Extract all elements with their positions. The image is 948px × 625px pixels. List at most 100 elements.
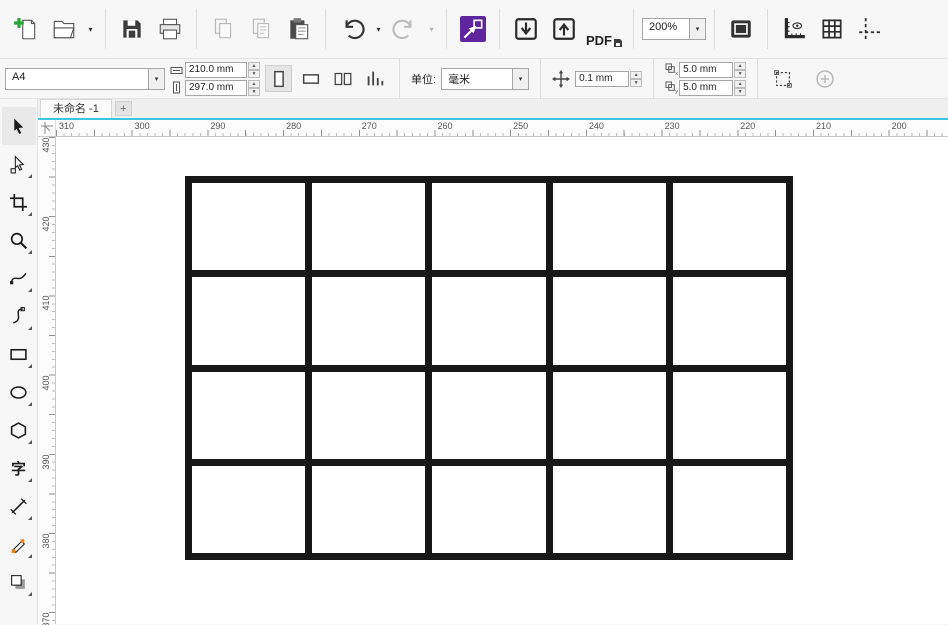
vertical-ruler[interactable]: 430 420 410 400 390 380 370: [38, 137, 56, 625]
chevron-down-icon[interactable]: ▾: [689, 19, 705, 39]
canvas[interactable]: [56, 137, 948, 624]
redo-button[interactable]: [387, 10, 423, 48]
open-dropdown-caret[interactable]: ▾: [84, 10, 97, 48]
v-ruler-label: 420: [41, 216, 51, 232]
page-height-field[interactable]: [185, 79, 247, 96]
print-icon: [159, 18, 181, 40]
horizontal-ruler[interactable]: 310 300 290 280 270 260 250 240 230 220 210 200: [56, 120, 948, 136]
separator: [325, 9, 326, 49]
chevron-down-icon[interactable]: ▾: [512, 68, 529, 89]
step-down-button[interactable]: ▼: [734, 69, 747, 78]
shape-tool[interactable]: [2, 145, 36, 183]
treat-as-filled-button[interactable]: [769, 65, 796, 92]
separator: [196, 9, 197, 49]
show-rulers-button[interactable]: [776, 10, 812, 48]
grid-object[interactable]: [185, 176, 793, 560]
pick-tool-icon: [14, 118, 24, 134]
duplicate-y-stepper: ▲ ▼: [734, 79, 747, 96]
full-screen-preview-button[interactable]: [723, 10, 759, 48]
text-tool-icon: 字: [11, 459, 26, 477]
new-page-button[interactable]: +: [114, 101, 132, 116]
text-tool[interactable]: 字: [2, 449, 36, 487]
copy-button[interactable]: [243, 10, 279, 48]
pdf-save-icon: [614, 39, 622, 47]
step-down-button[interactable]: ▼: [734, 87, 747, 96]
v-ruler-label: 370: [41, 612, 51, 625]
duplicate-y-field[interactable]: [679, 79, 734, 96]
chevron-down-icon[interactable]: ▾: [148, 68, 164, 89]
bezier-tool[interactable]: [2, 297, 36, 335]
undo-dropdown-caret[interactable]: ▾: [372, 10, 385, 48]
document-tab[interactable]: 未命名 -1: [40, 99, 112, 118]
apply-all-pages-button[interactable]: [329, 65, 356, 92]
grid-cell: [192, 277, 306, 365]
open-button[interactable]: [46, 10, 82, 48]
units-combobox[interactable]: 毫米 ▾: [441, 67, 530, 90]
duplicate-x-field[interactable]: [679, 61, 734, 78]
pen-tool-icon: [11, 538, 26, 553]
step-down-button[interactable]: ▼: [630, 78, 643, 87]
portrait-button[interactable]: [265, 65, 292, 92]
units-label: 单位:: [411, 73, 437, 86]
undo-icon: [345, 19, 365, 40]
page-size-value: A4: [12, 70, 26, 83]
zoom-tool[interactable]: [2, 221, 36, 259]
step-down-button[interactable]: ▼: [248, 87, 260, 96]
crop-tool[interactable]: [2, 183, 36, 221]
step-up-button[interactable]: ▲: [248, 79, 260, 88]
save-button[interactable]: [114, 10, 150, 48]
step-up-button[interactable]: ▲: [734, 61, 747, 70]
paste-button[interactable]: [281, 10, 317, 48]
page-size-combobox[interactable]: A4 ▾: [5, 67, 165, 90]
polygon-tool[interactable]: [2, 411, 36, 449]
publish-pdf-button[interactable]: PDF: [584, 10, 625, 48]
guidelines-icon: [859, 18, 881, 40]
h-ruler-label: 300: [134, 121, 150, 131]
grid-cell: [312, 371, 426, 459]
options-circle-icon[interactable]: [815, 69, 835, 89]
pick-tool[interactable]: [1, 107, 36, 145]
rectangle-tool[interactable]: [2, 335, 36, 373]
apply-current-page-button[interactable]: [361, 65, 388, 92]
export-icon: [553, 18, 575, 40]
cut-button[interactable]: [205, 10, 241, 48]
separator: [105, 9, 106, 49]
dimension-tool[interactable]: [2, 487, 36, 525]
step-down-button[interactable]: ▼: [248, 69, 260, 78]
print-button[interactable]: [152, 10, 188, 48]
import-button[interactable]: [508, 10, 544, 48]
freehand-tool-icon: [10, 272, 27, 284]
page-height-icon: [173, 81, 180, 93]
grid-icon: [822, 19, 842, 39]
v-ruler-label: 400: [41, 375, 51, 391]
zoom-level-combobox[interactable]: 200% ▾: [642, 18, 706, 40]
step-up-button[interactable]: ▲: [734, 79, 747, 88]
pdf-label: PDF: [586, 33, 612, 48]
redo-dropdown-caret[interactable]: ▾: [425, 10, 438, 48]
ellipse-tool[interactable]: [2, 373, 36, 411]
export-button[interactable]: [546, 10, 582, 48]
page-width-stepper: ▲ ▼: [248, 61, 260, 78]
v-ruler-label: 410: [41, 295, 51, 311]
ruler-origin[interactable]: [38, 120, 56, 136]
freehand-tool[interactable]: [2, 259, 36, 297]
shadow-tool[interactable]: [2, 563, 36, 601]
landscape-button[interactable]: [297, 65, 324, 92]
svg-text:x: x: [675, 71, 678, 76]
v-ruler-label: 390: [41, 454, 51, 470]
grid-cell: [552, 371, 666, 459]
snap-toggle-button[interactable]: [455, 10, 491, 48]
show-guidelines-button[interactable]: [852, 10, 888, 48]
undo-button[interactable]: [334, 10, 370, 48]
show-grid-button[interactable]: [814, 10, 850, 48]
coreldraw-window: ▾ ▾ ▾ PDF 200% ▾ A4 ▾ 210.0 mm ▲ ▼ 297.0…: [0, 0, 948, 625]
new-document-button[interactable]: [8, 10, 44, 48]
step-up-button[interactable]: ▲: [630, 70, 643, 79]
h-ruler-label: 310: [58, 121, 75, 131]
pen-tool[interactable]: [2, 525, 36, 563]
nudge-distance-field[interactable]: [575, 70, 630, 87]
page-width-field[interactable]: [185, 61, 247, 78]
duplicate-y-icon: y: [665, 81, 678, 94]
main-area: 字 未命名 -1 + 310 300 290 280 270 260 250 240 230 22…: [0, 99, 948, 625]
step-up-button[interactable]: ▲: [248, 61, 260, 70]
